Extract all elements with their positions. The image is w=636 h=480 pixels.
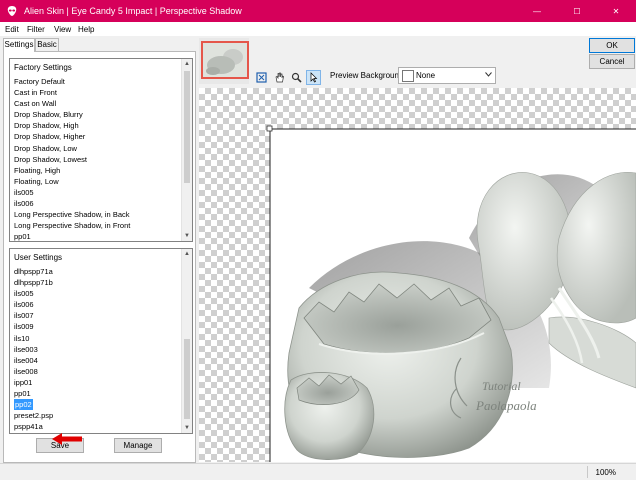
watermark-line2: Paolapaola [475, 398, 537, 413]
list-item-selected[interactable]: pp02 [14, 399, 33, 411]
list-item[interactable]: Floating, High [14, 165, 178, 176]
maximize-icon: ☐ [573, 6, 581, 16]
magnifier-icon [291, 72, 302, 83]
user-settings-list[interactable]: User Settings dlhpspp71a dlhpspp71b ils0… [9, 248, 193, 434]
list-item[interactable]: ils006 [14, 198, 178, 209]
factory-settings-header: Factory Settings [14, 63, 72, 72]
list-item[interactable]: Drop Shadow, Lowest [14, 154, 178, 165]
ok-button[interactable]: OK [589, 38, 635, 53]
arrow-pointer-icon [310, 72, 318, 83]
settings-panel: Settings Basic Factory Settings Factory … [0, 36, 197, 463]
annotation-arrow-icon [52, 433, 82, 445]
list-item[interactable]: ipp01 [14, 377, 178, 388]
list-item[interactable]: ils005 [14, 288, 178, 299]
scroll-thumb[interactable] [184, 339, 190, 419]
user-settings-header: User Settings [14, 253, 63, 262]
tab-settings[interactable]: Settings [3, 38, 35, 52]
user-list-scrollbar[interactable]: ▲ ▼ [181, 249, 192, 433]
zoom-fit-icon [256, 72, 267, 83]
menu-filter[interactable]: Filter [27, 25, 45, 34]
close-button[interactable]: ✕ [596, 0, 636, 22]
cancel-button[interactable]: Cancel [589, 54, 635, 69]
list-item[interactable]: dlhpspp71b [14, 277, 178, 288]
settings-tab-body: Factory Settings Factory Default Cast in… [3, 51, 196, 463]
preview-canvas[interactable]: Tutorial Paolapaola [199, 88, 636, 462]
status-bar: 100% [0, 463, 636, 480]
list-item[interactable]: pp01 [14, 388, 178, 399]
list-item[interactable]: Cast in Front [14, 87, 178, 98]
list-item[interactable]: Factory Default [14, 76, 178, 87]
title-bar: Alien Skin | Eye Candy 5 Impact | Perspe… [0, 0, 636, 22]
scroll-down-icon[interactable]: ▼ [182, 231, 192, 241]
minimize-button[interactable]: — [517, 0, 557, 22]
preview-background-select[interactable]: None [398, 67, 496, 84]
list-item[interactable]: ils005 [14, 187, 178, 198]
chevron-down-icon [485, 72, 492, 77]
thumbnail-viewport[interactable] [201, 41, 249, 79]
list-item[interactable]: Floating, Low [14, 176, 178, 187]
scroll-up-icon[interactable]: ▲ [182, 59, 192, 69]
menu-help[interactable]: Help [78, 25, 94, 34]
list-item[interactable]: Drop Shadow, Low [14, 143, 178, 154]
menu-bar: Edit Filter View Help [0, 22, 636, 36]
zoom-level: 100% [595, 468, 616, 477]
preview-background-label: Preview Background: [330, 71, 406, 80]
list-item[interactable]: pp01 [14, 231, 178, 241]
window-title: Alien Skin | Eye Candy 5 Impact | Perspe… [24, 6, 242, 16]
preview-image: Tutorial Paolapaola [266, 125, 636, 462]
menu-view[interactable]: View [54, 25, 71, 34]
list-item[interactable]: ilse004 [14, 355, 178, 366]
manage-button[interactable]: Manage [114, 438, 162, 453]
list-item[interactable]: ils006 [14, 299, 178, 310]
list-item[interactable]: Long Perspective Shadow, in Front [14, 220, 178, 231]
navigator-thumbnail[interactable] [199, 38, 249, 84]
status-separator [587, 466, 588, 478]
factory-list-scrollbar[interactable]: ▲ ▼ [181, 59, 192, 241]
watermark-line1: Tutorial [482, 379, 521, 393]
list-item[interactable]: ilse008 [14, 366, 178, 377]
alien-skin-app-icon [7, 6, 17, 16]
minimize-icon: — [533, 6, 541, 16]
thumbnail-image [206, 49, 243, 75]
preview-background-value: None [416, 71, 436, 80]
menu-edit[interactable]: Edit [5, 25, 19, 34]
zoom-fit-tool[interactable] [254, 70, 269, 85]
background-swatch [402, 70, 414, 82]
list-item[interactable]: ils009 [14, 321, 178, 332]
maximize-button[interactable]: ☐ [557, 0, 597, 22]
scroll-thumb[interactable] [184, 71, 190, 183]
scroll-down-icon[interactable]: ▼ [182, 423, 192, 433]
list-item[interactable]: ils10 [14, 333, 178, 344]
scroll-up-icon[interactable]: ▲ [182, 249, 192, 259]
list-item[interactable]: ils007 [14, 310, 178, 321]
list-item[interactable]: dlhpspp71a [14, 266, 178, 277]
list-item[interactable]: Long Perspective Shadow, in Back [14, 209, 178, 220]
zoom-tool[interactable] [289, 70, 304, 85]
list-item[interactable]: Cast on Wall [14, 98, 178, 109]
factory-settings-list[interactable]: Factory Settings Factory Default Cast in… [9, 58, 193, 242]
hand-tool[interactable] [272, 70, 287, 85]
list-item[interactable]: Drop Shadow, Higher [14, 131, 178, 142]
list-item[interactable]: ilse003 [14, 344, 178, 355]
list-item[interactable]: preset2.psp [14, 410, 178, 421]
pointer-tool[interactable] [306, 70, 321, 85]
close-icon: ✕ [612, 6, 620, 16]
list-item[interactable]: Drop Shadow, Blurry [14, 109, 178, 120]
hand-icon [275, 72, 284, 83]
list-item[interactable]: pspp41a [14, 421, 178, 432]
tab-basic[interactable]: Basic [35, 38, 59, 51]
list-item[interactable]: Drop Shadow, High [14, 120, 178, 131]
